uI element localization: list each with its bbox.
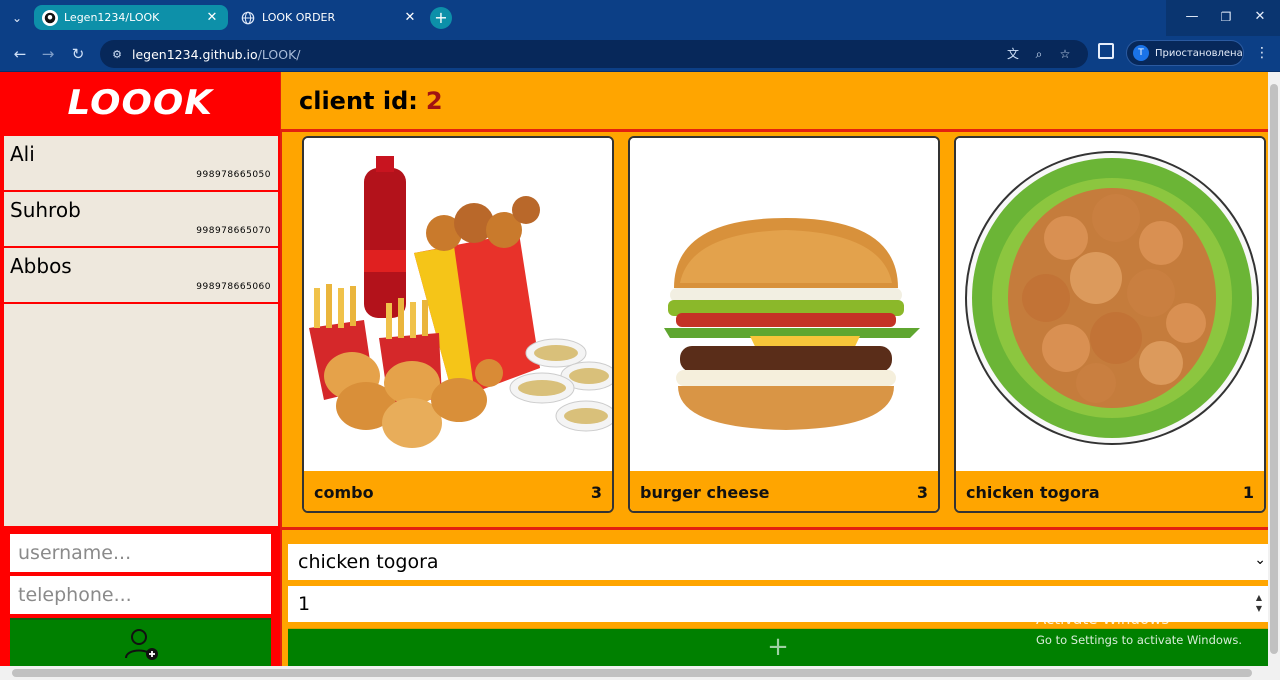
burger-image [630, 138, 938, 471]
client-phone: 998978665070 [196, 226, 271, 236]
window-controls: — ❐ ✕ [1166, 0, 1280, 36]
url-path: /LOOK/ [257, 46, 301, 62]
chevron-down-icon: ⌄ [1254, 552, 1266, 568]
translate-icon[interactable]: 文 [1004, 45, 1022, 63]
product-name: combo [314, 482, 374, 502]
profile-button[interactable]: T Приостановлена [1126, 40, 1244, 66]
reload-icon[interactable]: ↻ [66, 42, 90, 66]
product-card-chicken-togora[interactable]: chicken togora 1 [954, 136, 1266, 513]
scroll-thumb[interactable] [1270, 84, 1278, 654]
client-id-value: 2 [425, 86, 443, 115]
tab-strip: ⌄ Legen1234/LOOK ✕ LOOK ORDER ✕ + — ❐ ✕ [0, 0, 1280, 36]
client-name: Abbos [10, 254, 72, 278]
tab-look-order[interactable]: LOOK ORDER ✕ [232, 5, 426, 30]
client-name: Ali [10, 142, 35, 166]
tab-title: Legen1234/LOOK [64, 11, 160, 24]
chicken-image [956, 138, 1264, 471]
add-user-button[interactable] [10, 618, 271, 666]
product-card-combo[interactable]: combo 3 [302, 136, 614, 513]
new-tab-button[interactable]: + [430, 7, 452, 29]
browser-menu-icon[interactable]: ⋮ [1254, 42, 1270, 64]
tab-search-chevron-icon[interactable]: ⌄ [6, 7, 28, 29]
client-item[interactable]: Abbos 998978665060 [4, 248, 278, 304]
add-user-icon [124, 629, 158, 660]
username-input[interactable] [10, 534, 271, 572]
product-card-burger-cheese[interactable]: burger cheese 3 [628, 136, 940, 513]
spinner-arrows-icon[interactable]: ▲ ▼ [1256, 592, 1262, 614]
count-value: 1 [298, 593, 311, 615]
product-caption: combo 3 [304, 471, 612, 511]
client-phone: 998978665050 [196, 170, 271, 180]
page-viewport: LOOOK Ali 998978665050 Suhrob 9989786650… [0, 72, 1268, 666]
logo-area: LOOOK [0, 72, 280, 134]
client-item[interactable]: Suhrob 998978665070 [4, 192, 278, 248]
forward-arrow-icon[interactable]: → [36, 42, 60, 66]
bookmark-star-icon[interactable]: ☆ [1056, 45, 1074, 63]
site-info-icon[interactable]: ⚙ [108, 48, 126, 61]
product-caption: chicken togora 1 [956, 471, 1264, 511]
scroll-corner [1268, 666, 1280, 680]
tab-title: LOOK ORDER [262, 11, 336, 24]
address-bar: ← → ↻ ⚙ legen1234.github.io/LOOK/ 文 ⌕ ☆ [0, 36, 1280, 72]
products-grid: combo 3 burger cheese 3 chicken togora 1 [282, 135, 1268, 527]
scroll-thumb[interactable] [12, 669, 1252, 677]
horizontal-scrollbar[interactable] [0, 666, 1268, 680]
selected-food: chicken togora [298, 551, 439, 573]
food-select[interactable]: chicken togora ⌄ [288, 544, 1268, 580]
zoom-icon[interactable]: ⌕ [1030, 45, 1048, 63]
activate-windows-title: Activate Windows [1036, 610, 1170, 628]
globe-icon [240, 10, 256, 26]
minimize-icon[interactable]: — [1180, 0, 1204, 34]
add-client-form [0, 528, 280, 666]
client-phone: 998978665060 [196, 282, 271, 292]
telephone-input[interactable] [10, 576, 271, 614]
combo-image [304, 138, 612, 471]
clients-list: Ali 998978665050 Suhrob 998978665070 Abb… [4, 136, 278, 526]
side-panel-icon[interactable] [1098, 43, 1114, 59]
order-header: client id: 2 [281, 72, 1268, 132]
url-host: legen1234.github.io [132, 46, 258, 62]
product-caption: burger cheese 3 [630, 471, 938, 511]
profile-status: Приостановлена [1155, 47, 1243, 59]
client-item[interactable]: Ali 998978665050 [4, 136, 278, 192]
back-arrow-icon[interactable]: ← [8, 42, 32, 66]
product-name: chicken togora [966, 482, 1100, 502]
client-name: Suhrob [10, 198, 81, 222]
github-icon [42, 9, 58, 26]
product-name: burger cheese [640, 482, 770, 502]
avatar: T [1133, 45, 1149, 61]
activate-windows-subtitle: Go to Settings to activate Windows. [1036, 633, 1242, 647]
close-window-icon[interactable]: ✕ [1248, 0, 1272, 34]
tab-github[interactable]: Legen1234/LOOK ✕ [34, 5, 228, 30]
clients-panel: Ali 998978665050 Suhrob 998978665070 Abb… [0, 134, 280, 528]
restore-icon[interactable]: ❐ [1214, 0, 1238, 34]
close-icon[interactable]: ✕ [204, 10, 220, 25]
close-icon[interactable]: ✕ [402, 10, 418, 25]
product-count: 3 [916, 482, 928, 502]
product-count: 1 [1242, 482, 1254, 502]
product-count: 3 [590, 482, 602, 502]
logo: LOOOK [67, 83, 213, 123]
url-field[interactable]: ⚙ legen1234.github.io/LOOK/ 文 ⌕ ☆ [100, 40, 1088, 68]
client-id-label: client id: [299, 86, 418, 115]
vertical-scrollbar[interactable] [1268, 72, 1280, 666]
